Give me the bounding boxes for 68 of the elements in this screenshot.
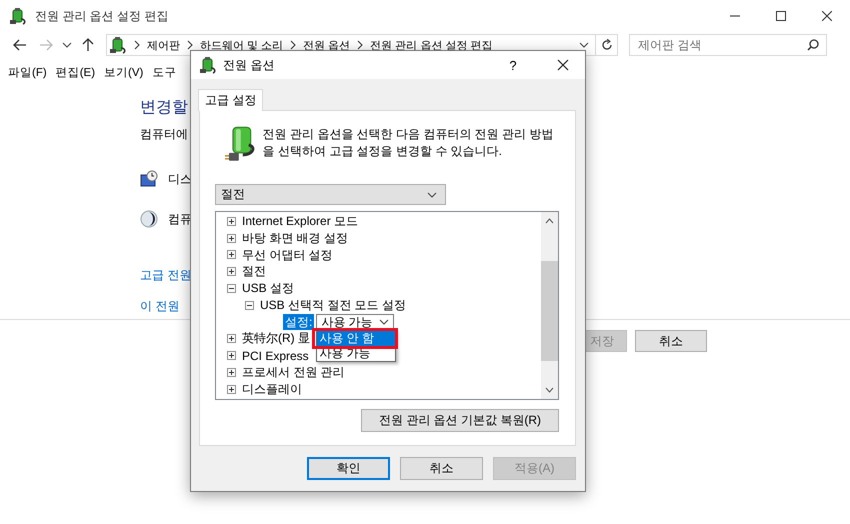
description-text: 컴퓨터에	[140, 126, 188, 143]
tree-item[interactable]: 프로세서 전원 관리	[242, 364, 345, 382]
menu-item[interactable]: 파일(F)	[8, 64, 47, 80]
refresh-button[interactable]	[596, 34, 618, 56]
chevron-icon	[133, 40, 141, 50]
breadcrumb[interactable]: 제어판	[147, 38, 180, 52]
tree-item[interactable]: PCI Express	[242, 348, 309, 363]
tree-item[interactable]: USB 설정	[242, 280, 294, 298]
scroll-down-icon[interactable]	[545, 387, 554, 393]
back-arrow-icon	[13, 39, 27, 51]
page-heading: 변경할	[140, 98, 188, 118]
tree-item[interactable]: 英特尔(R) 显	[242, 330, 310, 348]
menu-item[interactable]: 편집(E)	[56, 64, 96, 80]
window-title: 전원 관리 옵션 설정 편집	[35, 8, 170, 24]
dialog-button[interactable]: 확인	[307, 457, 390, 480]
dialog-title: 전원 옵션	[223, 56, 274, 74]
caret-icon	[427, 192, 437, 198]
power-plug-icon	[109, 36, 127, 54]
tree-item[interactable]: 절전	[242, 263, 266, 280]
setting-label: 컴퓨	[168, 210, 192, 228]
dialog-button[interactable]: 취소	[400, 457, 483, 480]
chevron-icon	[289, 40, 298, 50]
close-icon	[557, 59, 569, 71]
footer-button[interactable]: 취소	[635, 330, 707, 352]
tree-item[interactable]: USB 선택적 절전 모드 설정	[260, 296, 406, 314]
tree-item[interactable]: 디스플레이	[242, 380, 302, 398]
tab[interactable]: 고급 설정	[198, 89, 264, 111]
collapse-icon[interactable]	[245, 300, 254, 310]
scrollbar[interactable]	[541, 212, 558, 399]
caret-icon	[379, 319, 390, 326]
tree-item[interactable]: Internet Explorer 모드	[242, 212, 358, 230]
caret-icon	[62, 42, 72, 48]
instruction-text: 전원 관리 옵션을 선택한 다음 컴퓨터의 전원 관리 방법을 선택하여 고급 설정을 변경할 수 있습니다.	[262, 126, 554, 160]
expand-icon[interactable]	[227, 334, 236, 344]
dropdown-caret-icon	[579, 42, 589, 48]
setting-label: 디스	[168, 170, 192, 188]
restore-defaults-button[interactable]: 전원 관리 옵션 기본값 복원(R)	[361, 409, 559, 432]
close-icon	[822, 11, 832, 21]
refresh-icon	[600, 39, 612, 51]
power-plug-icon	[199, 56, 217, 74]
chevron-icon	[186, 40, 194, 50]
dropdown-option[interactable]: 사용 안 함	[317, 330, 396, 346]
expand-icon[interactable]	[227, 216, 236, 226]
expand-icon[interactable]	[227, 267, 236, 276]
moon-icon	[140, 210, 158, 228]
plan-dropdown[interactable]: 절전	[215, 184, 446, 205]
expand-icon[interactable]	[227, 250, 236, 260]
tree-item[interactable]: 바탕 화면 배경 설정	[242, 230, 348, 247]
menu-item[interactable]: 보기(V)	[104, 64, 144, 80]
collapse-icon[interactable]	[227, 284, 236, 294]
forward-arrow-icon	[39, 39, 53, 51]
power-plug-icon	[9, 7, 27, 25]
maximize-icon	[776, 11, 786, 21]
search-icon	[807, 39, 819, 51]
scrollbar-thumb[interactable]	[541, 261, 558, 361]
menu-item[interactable]: 도구	[152, 64, 176, 80]
scroll-up-icon[interactable]	[545, 218, 554, 224]
search-field[interactable]: 제어판 검색	[629, 34, 827, 56]
up-arrow-icon	[82, 38, 94, 52]
setting-label: 설정:	[283, 314, 314, 330]
chevron-icon	[356, 40, 364, 50]
battery-plug-icon	[225, 125, 255, 163]
expand-icon[interactable]	[227, 384, 236, 394]
expand-icon[interactable]	[227, 351, 236, 360]
tree-item[interactable]: 무선 어댑터 설정	[242, 246, 333, 264]
expand-icon[interactable]	[227, 368, 236, 378]
expand-icon[interactable]	[227, 234, 236, 243]
monitor-clock-icon	[140, 170, 158, 188]
